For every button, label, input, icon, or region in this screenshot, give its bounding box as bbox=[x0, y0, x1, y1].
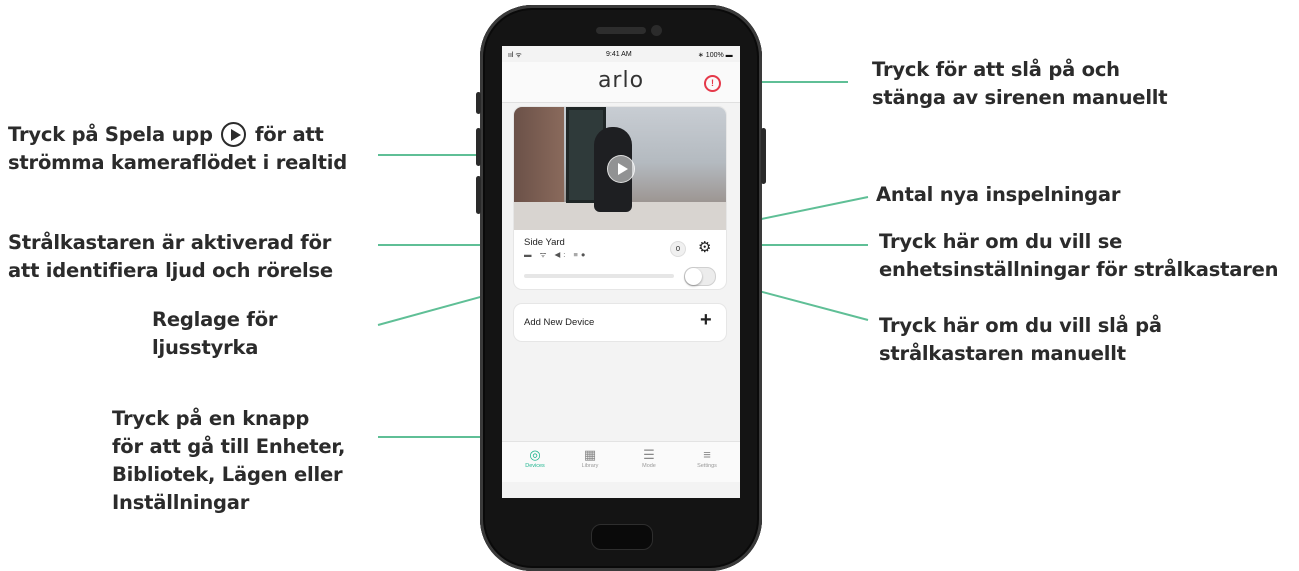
phone-volume-down bbox=[476, 176, 481, 214]
nav-callout-line1: Tryck på en knapp bbox=[112, 407, 310, 430]
device-card: Side Yard ▬ ᯤ ◀: ≡● 0 ⚙ bbox=[514, 107, 726, 289]
spotlight-callout: Strålkastaren är aktiverad för att ident… bbox=[8, 229, 333, 285]
brightness-callout: Reglage för ljusstyrka bbox=[152, 306, 278, 362]
spotlight-callout-line1: Strålkastaren är aktiverad för bbox=[8, 231, 332, 254]
nav-callout-line4: Inställningar bbox=[112, 491, 250, 514]
settings-callout-line2: enhetsinställningar för strålkastaren bbox=[879, 258, 1279, 281]
status-time: 9:41 AM bbox=[606, 51, 632, 58]
add-device-button[interactable]: Add New Device + bbox=[514, 304, 726, 341]
toggle-knob bbox=[685, 268, 702, 285]
device-name: Side Yard bbox=[524, 237, 565, 248]
spotlight-callout-line2: att identifiera ljud och rörelse bbox=[8, 259, 333, 282]
play-callout-text-post: för att bbox=[254, 123, 324, 146]
siren-callout-line2: stänga av sirenen manuellt bbox=[872, 86, 1168, 109]
device-status-icons: ▬ ᯤ ◀: ≡● bbox=[524, 250, 589, 259]
play-icon[interactable] bbox=[607, 155, 635, 183]
phone-side-button bbox=[476, 92, 481, 114]
app-screen: ııl ᯤ 9:41 AM ∗ 100% ▬ arlo ! Side Yard … bbox=[502, 46, 740, 498]
camera-feed[interactable] bbox=[514, 107, 726, 230]
signal-indicator: ııl ᯤ bbox=[508, 52, 522, 59]
nav-callout-line3: Bibliotek, Lägen eller bbox=[112, 463, 343, 486]
spotlight-toggle[interactable] bbox=[684, 267, 716, 286]
tab-label: Mode bbox=[642, 463, 656, 469]
phone-volume-up bbox=[476, 128, 481, 166]
devices-icon: ◎ bbox=[529, 447, 541, 462]
library-icon: ▦ bbox=[583, 447, 597, 462]
status-bar: ııl ᯤ 9:41 AM ∗ 100% ▬ bbox=[502, 46, 740, 62]
phone-earpiece bbox=[596, 27, 646, 34]
app-header: arlo ! bbox=[502, 62, 740, 103]
brightness-callout-line1: Reglage för bbox=[152, 308, 278, 331]
recordings-callout: Antal nya inspelningar bbox=[876, 181, 1120, 209]
brightness-slider[interactable] bbox=[524, 274, 674, 278]
tab-label: Devices bbox=[525, 463, 545, 469]
light-callout: Tryck här om du vill slå på strålkastare… bbox=[879, 312, 1162, 368]
new-recordings-count[interactable]: 0 bbox=[670, 241, 686, 257]
phone-camera bbox=[651, 25, 662, 36]
add-device-label: Add New Device bbox=[524, 317, 595, 328]
mode-icon: ☰ bbox=[643, 447, 655, 462]
tab-library[interactable]: ▦ Library bbox=[565, 446, 615, 469]
battery-indicator: ∗ 100% ▬ bbox=[698, 52, 733, 59]
recordings-callout-line1: Antal nya inspelningar bbox=[876, 183, 1121, 206]
settings-callout-line1: Tryck här om du vill se bbox=[879, 230, 1123, 253]
play-callout: Tryck på Spela upp för att strömma kamer… bbox=[8, 121, 347, 177]
phone-power-button bbox=[761, 128, 766, 184]
tab-settings[interactable]: ≡ Settings bbox=[682, 446, 732, 469]
nav-callout: Tryck på en knapp för att gå till Enhete… bbox=[112, 405, 345, 517]
siren-callout: Tryck för att slå på och stänga av siren… bbox=[872, 56, 1168, 112]
bottom-tab-bar: ◎ Devices ▦ Library ☰ Mode ≡ Settings bbox=[502, 441, 740, 482]
settings-icon: ≡ bbox=[703, 447, 711, 462]
phone-home-button[interactable] bbox=[591, 524, 653, 550]
tab-label: Library bbox=[581, 463, 599, 469]
siren-callout-line1: Tryck för att slå på och bbox=[872, 58, 1120, 81]
light-callout-line1: Tryck här om du vill slå på bbox=[879, 314, 1162, 337]
settings-callout: Tryck här om du vill se enhetsinställnin… bbox=[879, 228, 1279, 284]
gear-icon[interactable]: ⚙ bbox=[698, 238, 711, 256]
light-callout-line2: strålkastaren manuellt bbox=[879, 342, 1126, 365]
play-callout-text-pre: Tryck på Spela upp bbox=[8, 123, 213, 146]
brightness-callout-line2: ljusstyrka bbox=[152, 336, 259, 359]
tab-mode[interactable]: ☰ Mode bbox=[624, 446, 674, 469]
play-icon bbox=[221, 122, 247, 147]
tab-devices[interactable]: ◎ Devices bbox=[510, 446, 560, 469]
play-callout-line2: strömma kameraflödet i realtid bbox=[8, 151, 347, 174]
plus-icon: + bbox=[700, 309, 712, 331]
nav-callout-line2: för att gå till Enheter, bbox=[112, 435, 346, 458]
siren-alert-icon[interactable]: ! bbox=[704, 75, 721, 92]
tab-label: Settings bbox=[697, 463, 717, 469]
